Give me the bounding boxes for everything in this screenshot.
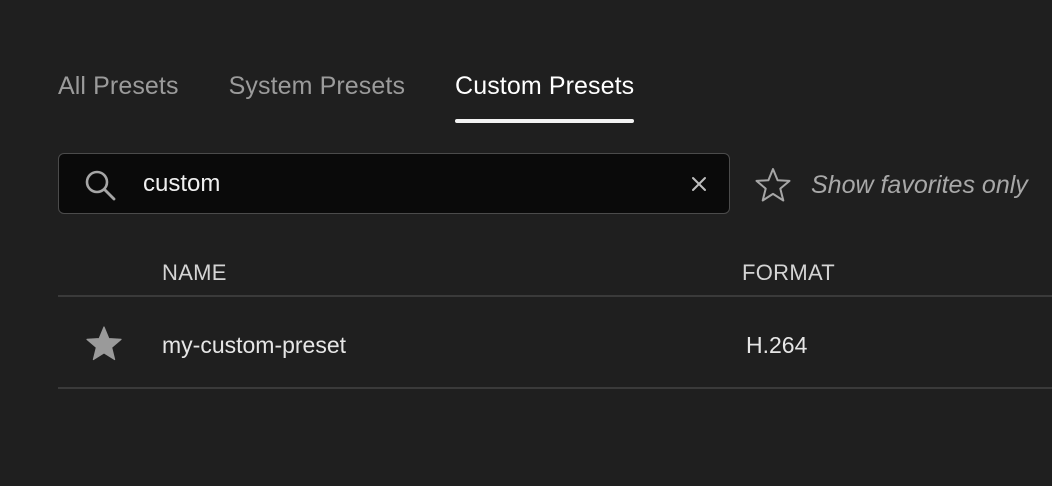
table-header: NAME FORMAT [58, 252, 1052, 297]
search-input[interactable] [143, 166, 663, 202]
star-outline-icon [755, 168, 791, 202]
column-header-format[interactable]: FORMAT [742, 260, 835, 286]
star-filled-icon[interactable] [85, 325, 123, 363]
tab-system-presets[interactable]: System Presets [229, 72, 405, 124]
close-icon[interactable] [689, 174, 709, 194]
show-favorites-toggle[interactable]: Show favorites only [754, 166, 1028, 204]
preset-name: my-custom-preset [162, 332, 347, 358]
column-header-name[interactable]: NAME [162, 260, 227, 286]
preset-tabs: All Presets System Presets Custom Preset… [58, 72, 684, 124]
tab-custom-presets[interactable]: Custom Presets [455, 72, 635, 124]
show-favorites-label: Show favorites only [811, 170, 1028, 199]
preset-format: H.264 [746, 332, 808, 358]
presets-panel: All Presets System Presets Custom Preset… [0, 0, 1052, 486]
search-icon [85, 170, 116, 201]
search-box [58, 153, 730, 214]
table-row[interactable]: my-custom-preset H.264 [58, 298, 1052, 389]
tab-all-presets[interactable]: All Presets [58, 72, 179, 124]
